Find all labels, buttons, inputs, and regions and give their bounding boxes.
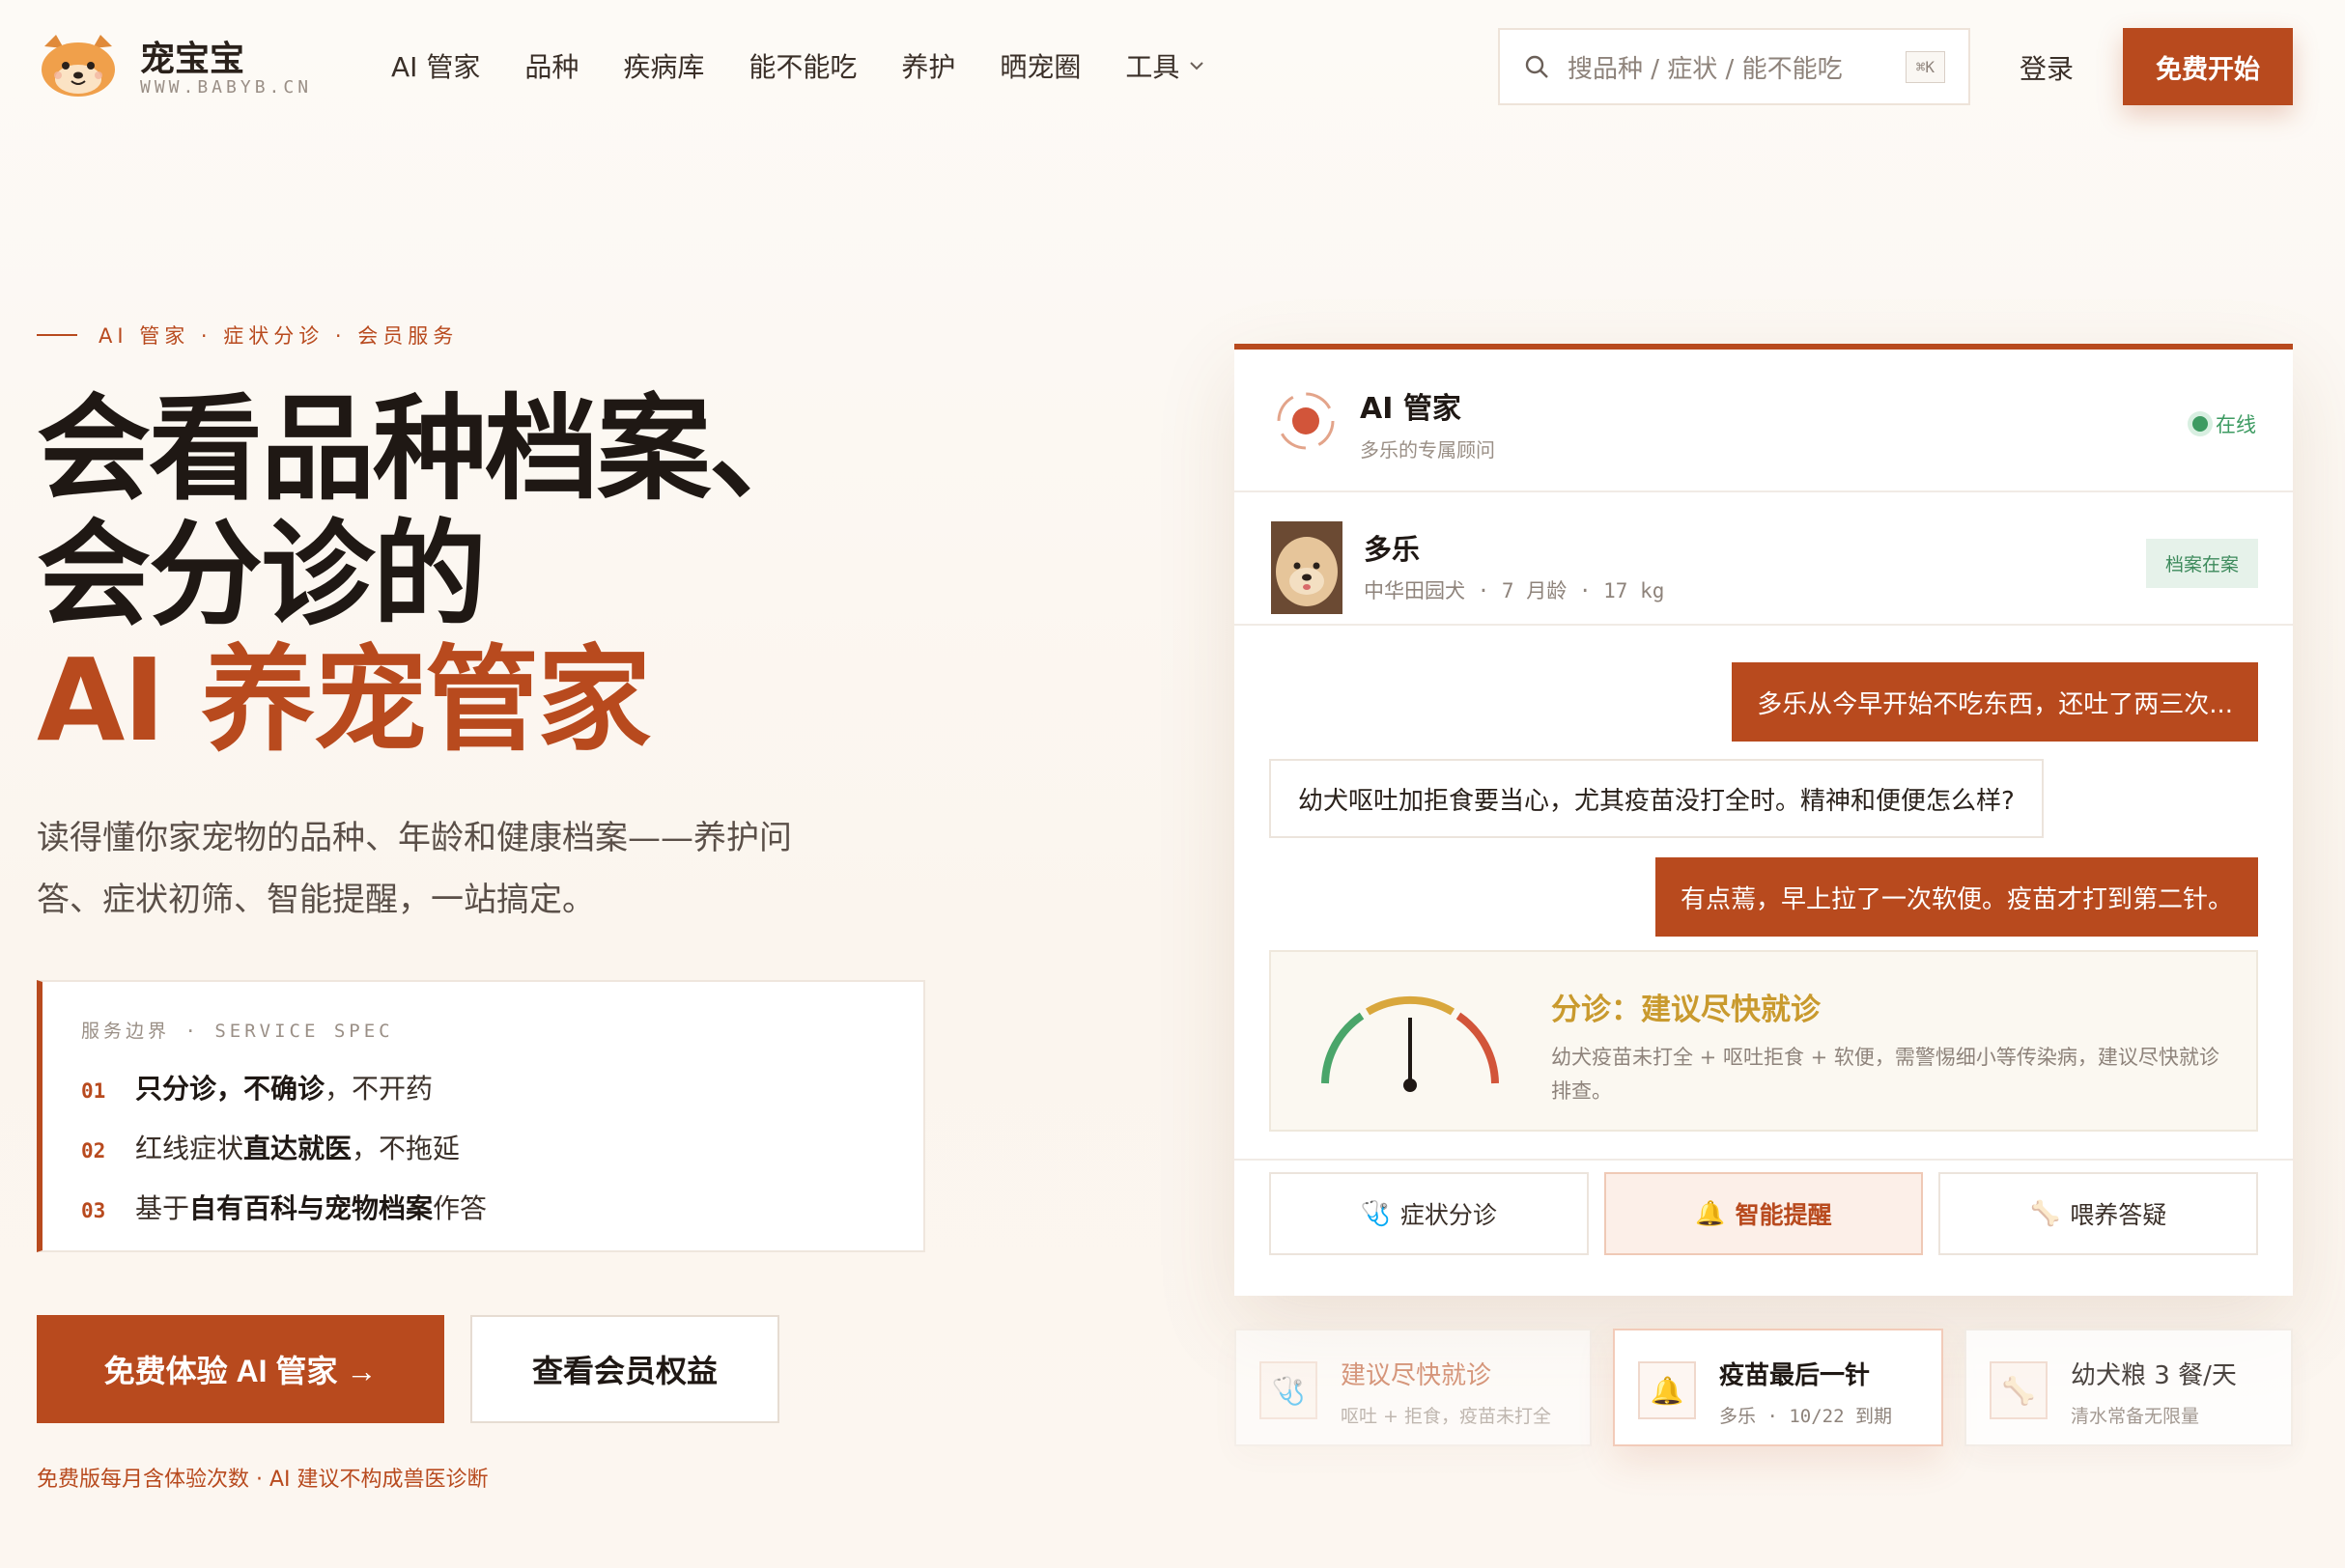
- tab-symptom-triage[interactable]: 🩺 症状分诊: [1269, 1172, 1589, 1255]
- search-icon: [1525, 55, 1548, 78]
- triage-description: 幼犬疫苗未打全 + 呕吐拒食 + 软便，需警惕细小等传染病，建议尽快就诊排查。: [1551, 1046, 2219, 1103]
- spec-item-text: 红线症状直达就医，不拖延: [135, 1128, 460, 1166]
- online-dot-icon: [2192, 416, 2208, 432]
- nav-item-can-eat[interactable]: 能不能吃: [749, 46, 857, 85]
- try-ai-butler-button[interactable]: 免费体验 AI 管家 →: [37, 1315, 444, 1423]
- login-link[interactable]: 登录: [2020, 48, 2074, 87]
- user-message: 多乐从今早开始不吃东西，还吐了两三次...: [1732, 662, 2258, 742]
- bone-icon: 🦴: [1990, 1361, 2048, 1419]
- view-membership-button[interactable]: 查看会员权益: [470, 1315, 779, 1423]
- chat-title: AI 管家: [1360, 392, 1461, 426]
- tab-smart-reminder[interactable]: 🔔 智能提醒: [1603, 1172, 1924, 1255]
- pet-name: 多乐: [1364, 533, 1421, 566]
- triage-result: 分诊：建议尽快就诊 幼犬疫苗未打全 + 呕吐拒食 + 软便，需警惕细小等传染病，…: [1269, 950, 2258, 1132]
- bell-icon: 🔔: [1638, 1361, 1696, 1419]
- spec-item-bold: 自有百科与宠物档案: [189, 1192, 434, 1224]
- hero-title-line-1: 会看品种档案、: [37, 382, 823, 516]
- profile-status-badge: 档案在案: [2145, 539, 2258, 588]
- reminder-title: 疫苗最后一针: [1719, 1361, 1871, 1390]
- search-shortcut-hint: ⌘K: [1905, 50, 1945, 83]
- spec-item-number: 01: [81, 1079, 106, 1103]
- tab-label: 症状分诊: [1399, 1201, 1497, 1229]
- hero-footnote: 免费版每月含体验次数 · AI 建议不构成兽医诊断: [37, 1468, 489, 1492]
- hero-eyebrow: AI 管家 · 症状分诊 · 会员服务: [37, 321, 458, 350]
- pet-meta: 中华田园犬 · 7 月龄 · 17 kg: [1364, 579, 1665, 602]
- tab-label: 智能提醒: [1735, 1201, 1832, 1229]
- chat-subtitle: 多乐的专属顾问: [1360, 438, 1495, 462]
- eyebrow-line: [37, 334, 77, 336]
- bell-icon: 🔔: [1695, 1199, 1726, 1227]
- spec-item-post: 作答: [433, 1192, 488, 1224]
- tab-label: 喂养答疑: [2070, 1201, 2167, 1229]
- spec-item: 03 基于自有百科与宠物档案作答: [81, 1188, 885, 1226]
- brand-name[interactable]: 宠宝宝: [140, 31, 244, 81]
- hero-title-line-2: 会分诊的: [37, 508, 487, 641]
- pet-avatar: [1271, 521, 1342, 614]
- spec-item-text: 基于自有百科与宠物档案作答: [135, 1188, 487, 1226]
- service-spec-title: 服务边界 · SERVICE SPEC: [81, 1021, 394, 1042]
- pet-profile-row[interactable]: 多乐 中华田园犬 · 7 月龄 · 17 kg 档案在案: [1234, 492, 2293, 626]
- chat-card-header: AI 管家 多乐的专属顾问 在线: [1234, 350, 2293, 492]
- spec-item-pre: 基于: [135, 1192, 190, 1224]
- nav-item-tools-label: 工具: [1125, 51, 1180, 83]
- spec-item-bold: 只分诊，不确诊: [135, 1073, 325, 1105]
- nav-item-diseases[interactable]: 疾病库: [623, 46, 704, 85]
- reminder-card-triage[interactable]: 🩺 建议尽快就诊 呕吐 + 拒食，疫苗未打全: [1234, 1329, 1592, 1446]
- spec-item-number: 03: [81, 1199, 106, 1222]
- nav-item-ai-butler[interactable]: AI 管家: [391, 46, 480, 85]
- user-message: 有点蔫，早上拉了一次软便。疫苗才打到第二针。: [1654, 857, 2258, 937]
- spec-item: 02 红线症状直达就医，不拖延: [81, 1128, 885, 1166]
- stethoscope-icon: 🩺: [1360, 1199, 1391, 1227]
- nav-item-breeds[interactable]: 品种: [524, 46, 579, 85]
- feature-tabs: 🩺 症状分诊 🔔 智能提醒 🦴 喂养答疑: [1269, 1172, 2259, 1255]
- tab-feeding-qa[interactable]: 🦴 喂养答疑: [1938, 1172, 2259, 1255]
- bone-icon: 🦴: [2030, 1199, 2061, 1227]
- pomeranian-logo-icon[interactable]: [37, 33, 120, 98]
- reminder-subtitle: 多乐 · 10/22 到期: [1719, 1406, 1892, 1427]
- hero-title: 会看品种档案、 会分诊的 AI 养宠管家: [37, 382, 823, 767]
- search-box[interactable]: 搜品种 / 症状 / 能不能吃 ⌘K: [1498, 28, 1970, 105]
- stethoscope-icon: 🩺: [1259, 1361, 1317, 1419]
- search-placeholder: 搜品种 / 症状 / 能不能吃: [1568, 54, 1843, 84]
- service-spec-box: 服务边界 · SERVICE SPEC 01 只分诊，不确诊，不开药 02 红线…: [37, 980, 925, 1252]
- site-header: 宠宝宝 WWW.BABYB.CN AI 管家 品种 疾病库 能不能吃 养护 晒宠…: [0, 0, 2345, 135]
- free-start-button[interactable]: 免费开始: [2123, 28, 2293, 105]
- reminder-card-feeding[interactable]: 🦴 幼犬粮 3 餐/天 清水常备无限量: [1964, 1329, 2293, 1446]
- reminder-title: 建议尽快就诊: [1341, 1361, 1492, 1390]
- nav-item-pet-feed[interactable]: 晒宠圈: [1000, 46, 1081, 85]
- hero-lead: 读得懂你家宠物的品种、年龄和健康档案——养护问答、症状初筛、智能提醒，一站搞定。: [37, 819, 792, 919]
- eyebrow-text: AI 管家 · 症状分诊 · 会员服务: [99, 324, 459, 348]
- urgency-gauge-icon: [1321, 995, 1499, 1092]
- reminder-subtitle: 呕吐 + 拒食，疫苗未打全: [1341, 1406, 1551, 1427]
- reminder-title: 幼犬粮 3 餐/天: [2071, 1361, 2237, 1390]
- reminder-subtitle: 清水常备无限量: [2071, 1406, 2200, 1427]
- spec-item-pre: 红线症状: [135, 1133, 244, 1164]
- spec-item-post: ，不拖延: [352, 1133, 461, 1164]
- reminder-card-vaccine[interactable]: 🔔 疫苗最后一针 多乐 · 10/22 到期: [1613, 1329, 1943, 1446]
- spec-item-text: 只分诊，不确诊，不开药: [135, 1068, 433, 1106]
- ai-message: 幼犬呕吐加拒食要当心，尤其疫苗没打全时。精神和便便怎么样?: [1269, 759, 2044, 838]
- chat-divider: [1234, 1159, 2293, 1161]
- ai-target-icon: [1277, 392, 1335, 450]
- spec-item: 01 只分诊，不确诊，不开药: [81, 1068, 885, 1106]
- online-status: 在线: [2192, 409, 2256, 438]
- main-nav: AI 管家 品种 疾病库 能不能吃 养护 晒宠圈 工具: [391, 46, 1206, 85]
- nav-item-care[interactable]: 养护: [901, 46, 955, 85]
- hero-title-line-3: AI 养宠管家: [37, 633, 651, 767]
- spec-item-bold: 直达就医: [243, 1133, 353, 1164]
- ai-chat-card: AI 管家 多乐的专属顾问 在线 多乐 中华田园犬 · 7 月龄 · 17 kg…: [1234, 344, 2293, 1296]
- spec-item-number: 02: [81, 1139, 106, 1162]
- triage-title: 分诊：建议尽快就诊: [1551, 993, 1821, 1027]
- brand-url: WWW.BABYB.CN: [140, 77, 313, 98]
- online-status-label: 在线: [2216, 413, 2256, 436]
- nav-item-tools[interactable]: 工具: [1125, 46, 1206, 85]
- chevron-down-icon: [1190, 62, 1204, 70]
- spec-item-post: ，不开药: [325, 1073, 434, 1105]
